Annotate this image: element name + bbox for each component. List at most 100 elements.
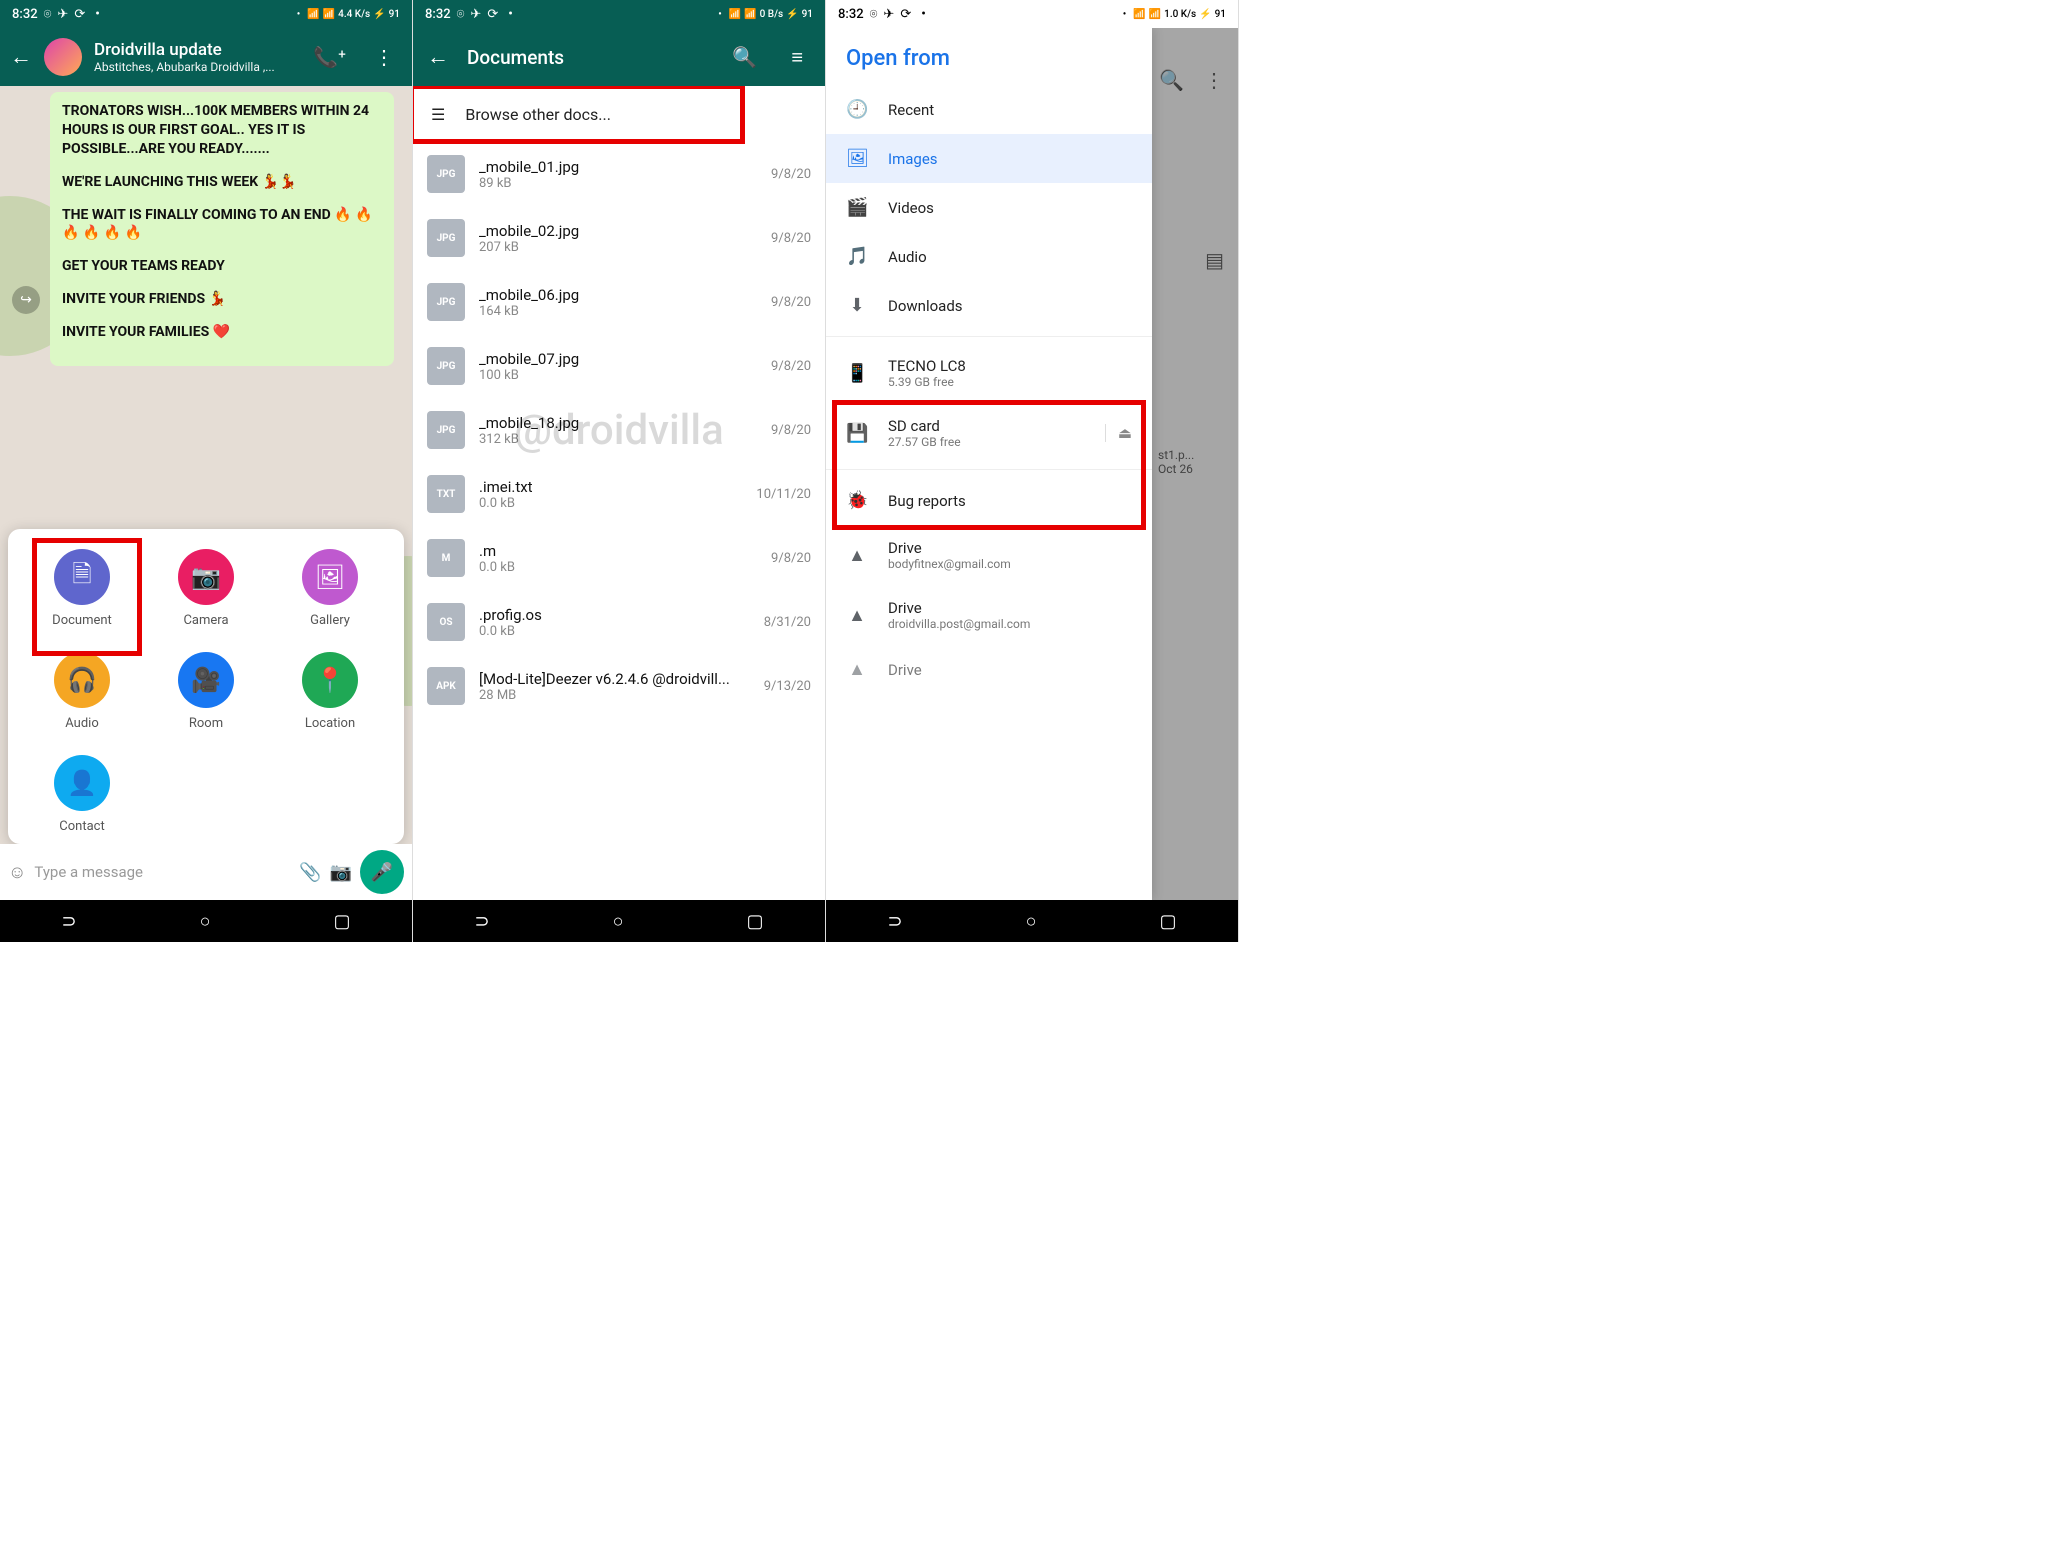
sync-icon: ⟳ xyxy=(900,7,911,22)
nav-bar: ⊃ ○ ▢ xyxy=(0,900,412,942)
attach-icon[interactable]: 📎 xyxy=(299,862,321,883)
chat-input-bar: ☺ Type a message 📎 📷 🎤 xyxy=(0,844,412,900)
attach-label: Gallery xyxy=(310,613,350,628)
file-row[interactable]: APK[Mod-Lite]Deezer v6.2.4.6 @droidvill.… xyxy=(413,654,825,718)
documents-list[interactable]: ☰ Browse other docs... JPG_mobile_01.jpg… xyxy=(413,86,825,900)
more-icon[interactable]: ⋮ xyxy=(366,45,402,69)
nav-home-icon[interactable]: ○ xyxy=(200,911,211,932)
attach-contact[interactable]: 👤 Contact xyxy=(20,755,144,834)
image-icon: 🖼 xyxy=(846,148,868,169)
source-audio[interactable]: 🎵 Audio xyxy=(826,232,1152,281)
nav-back-icon[interactable]: ⊃ xyxy=(475,911,490,932)
attach-label: Audio xyxy=(65,716,98,731)
file-date: 9/8/20 xyxy=(771,423,811,438)
emoji-icon[interactable]: ☺ xyxy=(8,862,26,883)
source-drive[interactable]: ▲ Drive xyxy=(826,645,1152,694)
mic-button[interactable]: 🎤 xyxy=(360,850,404,894)
forward-icon[interactable]: ↪ xyxy=(12,286,40,314)
file-type-badge: JPG xyxy=(427,283,465,321)
screen-open-from: 8:32 ⌾ ✈ ⟳ 📶 📶 1.0 K/s ⚡ 91 🔍 ⋮ ▤ st1.p.… xyxy=(826,0,1239,942)
nav-home-icon[interactable]: ○ xyxy=(613,911,624,932)
attach-location[interactable]: 📍 Location xyxy=(268,652,392,731)
file-row[interactable]: JPG_mobile_07.jpg100 kB9/8/20 xyxy=(413,334,825,398)
search-icon[interactable]: 🔍 xyxy=(724,45,765,69)
drive-account: bodyfitnex@gmail.com xyxy=(888,557,1132,571)
nav-recents-icon[interactable]: ▢ xyxy=(746,911,763,932)
charging-icon: ⚡ xyxy=(373,9,385,20)
battery: 91 xyxy=(1215,9,1226,20)
nav-recents-icon[interactable]: ▢ xyxy=(1159,911,1176,932)
file-date: 9/8/20 xyxy=(771,231,811,246)
chat-subtitle: Abstitches, Abubarka Droidvilla ,... xyxy=(94,60,293,74)
source-videos[interactable]: 🎬 Videos xyxy=(826,183,1152,232)
item-label: Audio xyxy=(888,248,927,266)
download-icon: ⬇ xyxy=(846,295,868,316)
group-avatar[interactable] xyxy=(44,38,82,76)
storage-label: TECNO LC8 xyxy=(888,357,1132,375)
status-dot xyxy=(1119,9,1131,20)
screen-whatsapp-chat: 8:32 ⌾ ✈ ⟳ 📶 📶 4.4 K/s ⚡ 91 ← Droidvilla… xyxy=(0,0,413,942)
file-date: 9/8/20 xyxy=(771,359,811,374)
attach-label: Camera xyxy=(183,613,228,628)
sync-icon: ⟳ xyxy=(487,7,498,22)
file-size: 89 kB xyxy=(479,176,757,191)
attach-gallery[interactable]: 🖼 Gallery xyxy=(268,549,392,628)
file-name: [Mod-Lite]Deezer v6.2.4.6 @droidvill... xyxy=(479,670,750,688)
whatsapp-icon: ⌾ xyxy=(457,7,465,22)
message-input[interactable]: Type a message xyxy=(34,863,291,881)
file-row[interactable]: M.m0.0 kB9/8/20 xyxy=(413,526,825,590)
status-dot xyxy=(504,7,517,22)
attach-room[interactable]: 🎥 Room xyxy=(144,652,268,731)
file-row[interactable]: JPG_mobile_01.jpg89 kB9/8/20 xyxy=(413,142,825,206)
whatsapp-icon: ⌾ xyxy=(44,7,52,22)
item-label: Recent xyxy=(888,101,934,119)
storage-internal[interactable]: 📱 TECNO LC8 5.39 GB free xyxy=(826,343,1152,403)
file-row[interactable]: JPG_mobile_06.jpg164 kB9/8/20 xyxy=(413,270,825,334)
camera-icon[interactable]: 📷 xyxy=(330,862,352,883)
nav-back-icon[interactable]: ⊃ xyxy=(888,911,903,932)
signal-icon: 📶 xyxy=(1149,9,1161,20)
nav-back-icon[interactable]: ⊃ xyxy=(62,911,77,932)
charging-icon: ⚡ xyxy=(1199,9,1211,20)
incoming-message[interactable]: TRONATORS WISH...100K MEMBERS WITHIN 24 … xyxy=(50,92,394,366)
highlight-box xyxy=(832,400,1146,530)
scrim[interactable] xyxy=(1152,28,1238,900)
source-images[interactable]: 🖼 Images xyxy=(826,134,1152,183)
file-date: 9/13/20 xyxy=(764,679,811,694)
drive-label: Drive xyxy=(888,599,1132,617)
status-bar: 8:32 ⌾ ✈ ⟳ 📶 📶 0 B/s ⚡ 91 xyxy=(413,0,825,28)
attach-label: Room xyxy=(189,716,223,731)
attach-camera[interactable]: 📷 Camera xyxy=(144,549,268,628)
file-name: _mobile_06.jpg xyxy=(479,286,757,304)
camera-icon: 📷 xyxy=(178,549,234,605)
file-type-badge: JPG xyxy=(427,219,465,257)
page-title: Documents xyxy=(467,46,706,69)
nav-home-icon[interactable]: ○ xyxy=(1026,911,1037,932)
battery: 91 xyxy=(389,9,400,20)
source-downloads[interactable]: ⬇ Downloads xyxy=(826,281,1152,330)
clock-icon: 🕘 xyxy=(846,99,868,120)
source-recent[interactable]: 🕘 Recent xyxy=(826,85,1152,134)
call-add-icon[interactable]: 📞⁺ xyxy=(305,45,354,69)
sort-icon[interactable]: ≡ xyxy=(783,45,811,70)
file-size: 0.0 kB xyxy=(479,624,750,639)
file-row[interactable]: OS.profig.os0.0 kB8/31/20 xyxy=(413,590,825,654)
attach-audio[interactable]: 🎧 Audio xyxy=(20,652,144,731)
file-row[interactable]: TXT.imei.txt0.0 kB10/11/20 xyxy=(413,462,825,526)
net-speed: 4.4 K/s xyxy=(338,9,370,20)
file-size: 312 kB xyxy=(479,432,757,447)
file-size: 100 kB xyxy=(479,368,757,383)
chat-title: Droidvilla update xyxy=(94,40,293,60)
source-drive[interactable]: ▲ Drive bodyfitnex@gmail.com xyxy=(826,525,1152,585)
phone-icon: 📱 xyxy=(846,363,868,384)
file-row[interactable]: JPG_mobile_02.jpg207 kB9/8/20 xyxy=(413,206,825,270)
chat-title-area[interactable]: Droidvilla update Abstitches, Abubarka D… xyxy=(94,40,293,74)
file-type-badge: TXT xyxy=(427,475,465,513)
back-icon[interactable]: ← xyxy=(10,44,32,70)
source-drive[interactable]: ▲ Drive droidvilla.post@gmail.com xyxy=(826,585,1152,645)
file-picker-body: 🔍 ⋮ ▤ st1.p... Oct 26 Open from 🕘 Recent… xyxy=(826,28,1238,900)
back-icon[interactable]: ← xyxy=(427,44,449,70)
file-row[interactable]: JPG_mobile_18.jpg312 kB9/8/20 xyxy=(413,398,825,462)
highlight-box xyxy=(32,538,142,656)
nav-recents-icon[interactable]: ▢ xyxy=(333,911,350,932)
